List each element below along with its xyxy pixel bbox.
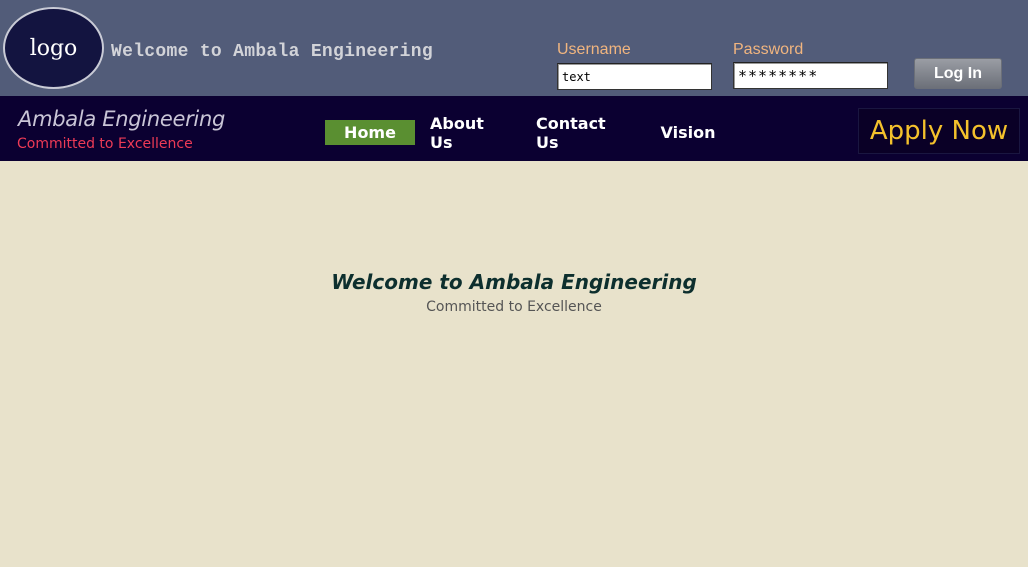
apply-now-button[interactable]: Apply Now <box>858 108 1020 154</box>
logo[interactable]: logo <box>3 7 104 89</box>
login-button[interactable]: Log In <box>914 58 1002 89</box>
nav-item-contact-us[interactable]: Contact Us <box>536 114 630 152</box>
brand-name: Ambala Engineering <box>18 107 225 131</box>
page-title: Welcome to Ambala Engineering <box>331 270 697 294</box>
nav-item-about-us[interactable]: About Us <box>430 114 510 152</box>
nav-item-vision[interactable]: Vision <box>660 120 716 145</box>
username-label: Username <box>557 41 631 58</box>
welcome-banner-text: Welcome to Ambala Engineering <box>111 42 433 62</box>
password-input[interactable] <box>733 62 888 89</box>
username-input[interactable] <box>557 63 712 90</box>
password-label: Password <box>733 41 804 58</box>
brand-tagline: Committed to Excellence <box>17 136 193 152</box>
top-header: logo Welcome to Ambala Engineering Usern… <box>0 0 1028 96</box>
page-subtitle: Committed to Excellence <box>426 299 602 315</box>
nav-item-home[interactable]: Home <box>325 120 415 145</box>
